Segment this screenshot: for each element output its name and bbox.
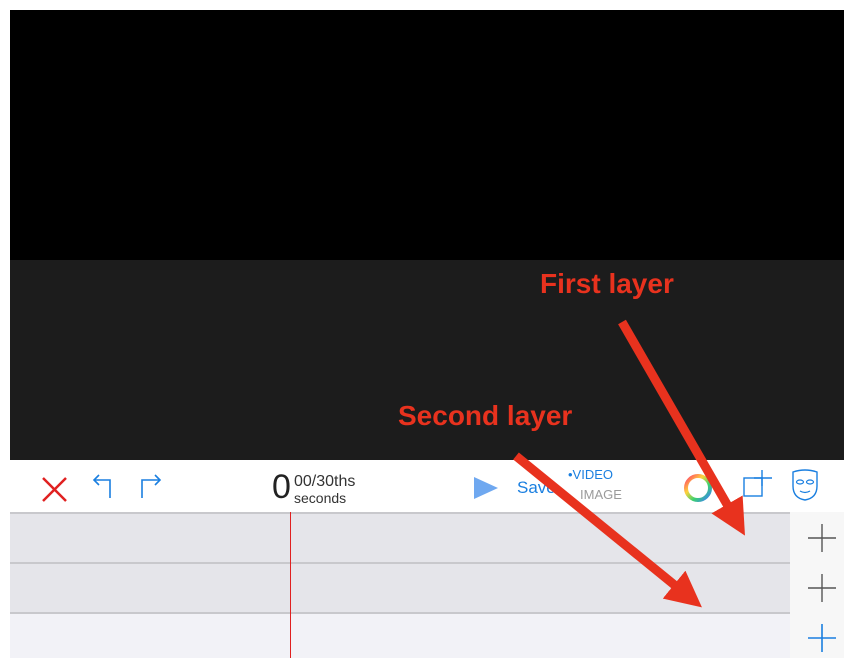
arrow-second-layer xyxy=(513,452,702,608)
arrow-first-layer xyxy=(618,319,745,536)
annotation-arrows xyxy=(513,319,745,608)
